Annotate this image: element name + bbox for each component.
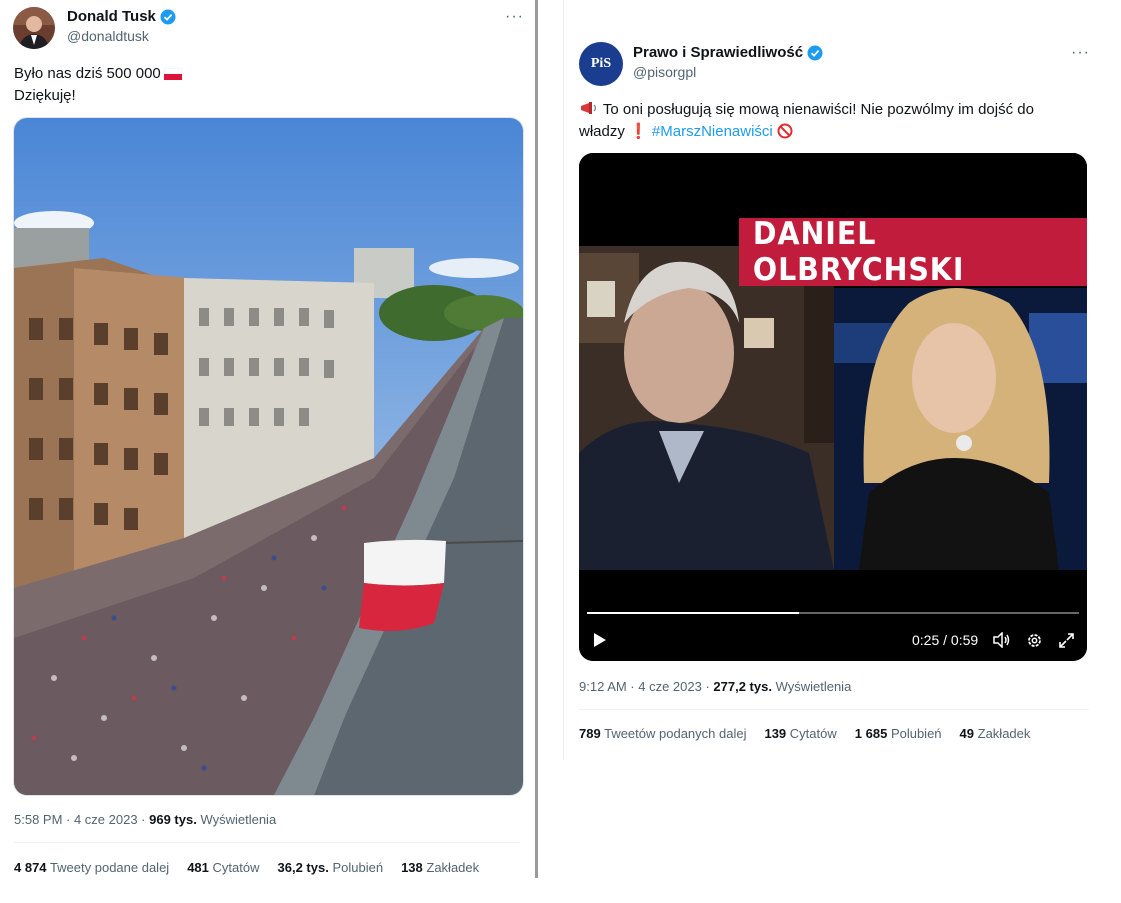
settings-gear-icon[interactable] <box>1026 632 1043 649</box>
video-progress-bar[interactable] <box>587 612 1079 614</box>
views-count: 277,2 tys. <box>713 679 772 694</box>
verified-badge-icon <box>160 9 176 24</box>
hashtag-link[interactable]: #MarszNienawiści <box>652 123 773 140</box>
tweet-text: To oni posługują się mową nienawiści! Ni… <box>579 101 1034 140</box>
divider-line <box>14 842 520 843</box>
tweet-stats: 4 874 Tweety podane dalej 481 Cytatów 36… <box>14 860 479 875</box>
prohibited-icon <box>777 123 793 139</box>
pis-logo-icon: PiS <box>590 56 612 71</box>
stat-likes[interactable]: 36,2 tys. Polubień <box>278 860 384 875</box>
video-time: 0:25 / 0:59 <box>912 632 979 648</box>
stat-retweets[interactable]: 4 874 Tweety podane dalej <box>14 860 169 875</box>
author-handle[interactable]: @pisorgpl <box>633 64 696 80</box>
video-name-banner: DANIEL OLBRYCHSKI <box>752 216 965 288</box>
tweet-meta: 9:12 AM · 4 cze 2023 · 277,2 tys. Wyświe… <box>579 679 852 694</box>
poland-flag-icon <box>163 68 182 80</box>
stat-quotes[interactable]: 139 Cytatów <box>764 726 836 741</box>
divider-line <box>579 709 1089 710</box>
stat-quotes[interactable]: 481 Cytatów <box>187 860 259 875</box>
more-options-icon[interactable]: ··· <box>505 8 524 26</box>
stat-bookmarks[interactable]: 49 Zakładek <box>960 726 1031 741</box>
more-options-icon[interactable]: ··· <box>1071 44 1090 62</box>
stat-retweets[interactable]: 789 Tweetów podanych dalej <box>579 726 746 741</box>
tweet-stats: 789 Tweetów podanych dalej 139 Cytatów 1… <box>579 726 1030 741</box>
tweet-meta: 5:58 PM · 4 cze 2023 · 969 tys. Wyświetl… <box>14 812 277 827</box>
author-name[interactable]: Donald Tusk <box>67 8 176 25</box>
volume-icon[interactable] <box>993 632 1011 648</box>
column-divider <box>535 0 538 878</box>
stat-likes[interactable]: 1 685 Polubień <box>855 726 942 741</box>
video-progress-fill <box>587 612 799 614</box>
author-handle[interactable]: @donaldtusk <box>67 28 149 44</box>
column-divider-light <box>563 0 564 760</box>
tweet-photo-crowd[interactable] <box>13 117 524 796</box>
megaphone-icon <box>581 102 597 114</box>
avatar-donald-tusk[interactable] <box>13 7 55 49</box>
avatar-pis[interactable]: PiS <box>579 42 623 86</box>
tweet-text: Było nas dziś 500 000 Dziękuję! <box>14 63 182 107</box>
exclamation-icon: ❗ <box>629 123 648 140</box>
fullscreen-icon[interactable] <box>1058 632 1075 649</box>
verified-badge-icon <box>807 45 823 60</box>
author-name[interactable]: Prawo i Sprawiedliwość <box>633 44 823 61</box>
play-icon[interactable] <box>593 632 607 648</box>
views-count: 969 tys. <box>149 812 197 827</box>
stat-bookmarks[interactable]: 138 Zakładek <box>401 860 479 875</box>
tweet-video[interactable]: DANIEL OLBRYCHSKI 0:25 / 0:59 <box>579 153 1087 661</box>
